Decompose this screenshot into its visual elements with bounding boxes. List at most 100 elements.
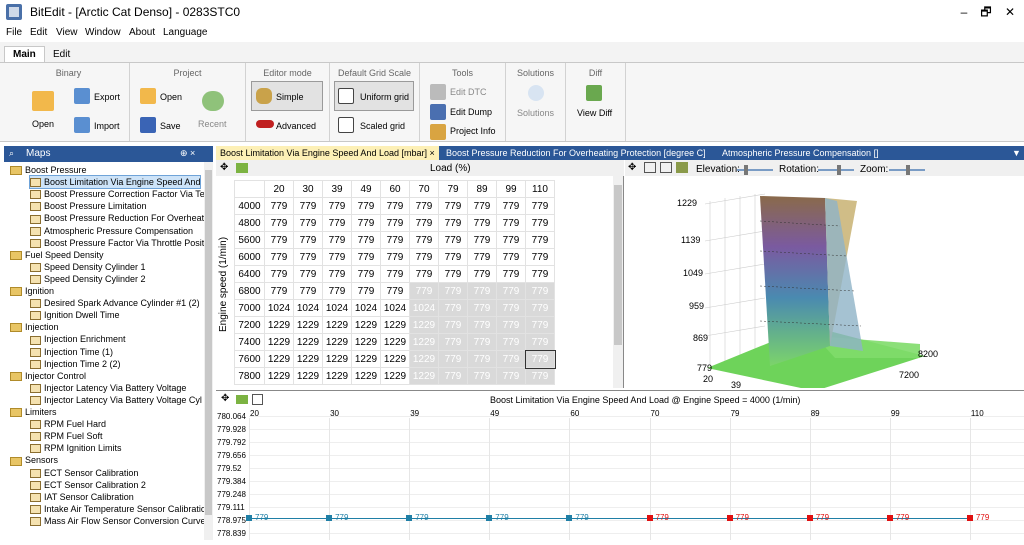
table-cell[interactable]: 779 [467,248,497,266]
table-cell[interactable]: 779 [438,316,468,334]
scaled-grid-button[interactable]: Scaled grid [360,121,405,131]
project-info-button[interactable]: Project Info [450,126,496,136]
table-cell[interactable]: 779 [525,197,555,215]
table-cell[interactable]: 779 [496,214,526,232]
table-cell[interactable]: 1024 [380,299,410,317]
table-cell[interactable]: 1229 [293,350,323,368]
table-cell[interactable]: 779 [264,265,294,283]
uniform-grid-button[interactable]: Uniform grid [360,92,409,102]
grid-view-icon[interactable] [644,162,656,173]
tab-boost-limitation[interactable]: Boost Limitation Via Engine Speed And Lo… [216,146,439,160]
table-cell[interactable]: 779 [438,367,468,385]
tree-folder[interactable]: Boost Pressure [10,164,87,176]
tree-folder[interactable]: Injector Control [10,370,86,382]
table-cell[interactable]: 779 [438,282,468,300]
table-cell[interactable]: 1024 [351,299,381,317]
table-cell[interactable]: 1229 [351,350,381,368]
table-cell[interactable]: 779 [322,231,352,249]
data-point[interactable] [246,514,252,521]
table-cell[interactable]: 779 [409,214,439,232]
table-cell[interactable]: 1229 [322,316,352,334]
data-point[interactable] [966,514,973,521]
table-cell[interactable]: 1229 [380,350,410,368]
table-cell[interactable]: 779 [380,248,410,266]
tree-map-item[interactable]: Ignition Dwell Time [30,309,120,321]
table-cell[interactable]: 779 [409,282,439,300]
tree-map-item[interactable]: Injection Enrichment [30,333,126,345]
table-cell[interactable]: 1024 [322,299,352,317]
table-cell[interactable]: 779 [496,350,526,368]
tab-main[interactable]: Main [4,46,45,62]
table-cell[interactable]: 779 [438,197,468,215]
table-cell[interactable]: 1229 [380,316,410,334]
table-cell[interactable]: 1229 [409,316,439,334]
tree-map-item[interactable]: Speed Density Cylinder 1 [30,261,146,273]
table-cell[interactable]: 779 [525,214,555,232]
table-cell[interactable]: 779 [496,282,526,300]
tab-atmospheric[interactable]: Atmospheric Pressure Compensation [] [718,146,883,160]
table-cell[interactable]: 779 [293,248,323,266]
tree-map-item[interactable]: Mass Air Flow Sensor Conversion Curve [30,515,206,527]
data-point[interactable] [566,514,573,521]
close-button[interactable]: ✕ [996,3,1024,21]
table-cell[interactable]: 779 [322,282,352,300]
table-cell[interactable]: 779 [496,197,526,215]
menu-window[interactable]: Window [85,27,121,38]
menu-about[interactable]: About [129,27,155,38]
table-cell[interactable]: 779 [525,333,555,351]
solutions-button[interactable]: Solutions [517,108,554,118]
table-cell[interactable]: 779 [264,197,294,215]
table-cell[interactable]: 779 [467,367,497,385]
table-cell[interactable]: 1229 [264,316,294,334]
table-cell[interactable]: 779 [351,282,381,300]
table-cell[interactable]: 779 [264,282,294,300]
table-cell[interactable]: 1229 [322,333,352,351]
data-point[interactable] [486,514,493,521]
tree-map-item[interactable]: Boost Pressure Limitation [30,200,147,212]
table-cell[interactable]: 779 [438,265,468,283]
table-cell[interactable]: 779 [322,265,352,283]
table-cell[interactable]: 779 [409,231,439,249]
tree-scrollbar-thumb[interactable] [205,170,212,515]
table-cell[interactable]: 779 [496,316,526,334]
table-cell[interactable]: 779 [351,197,381,215]
table-cell[interactable]: 779 [525,248,555,266]
menu-language[interactable]: Language [163,27,208,38]
table-cell[interactable]: 1229 [293,333,323,351]
table-cell[interactable]: 779 [322,248,352,266]
table-cell[interactable]: 1229 [380,333,410,351]
table-cell[interactable]: 779 [467,282,497,300]
table-cell[interactable]: 779 [496,333,526,351]
table-cell[interactable]: 1229 [322,367,352,385]
recent-button[interactable]: Recent [198,119,227,129]
tree-map-item[interactable]: Injection Time 2 (2) [30,358,121,370]
tree-map-item[interactable]: Injection Time (1) [30,346,113,358]
close-tab-icon[interactable]: × [430,148,435,158]
tree-map-item[interactable]: ECT Sensor Calibration [30,467,138,479]
simple-mode-button[interactable]: Simple [276,92,304,102]
search-icon[interactable]: ⌕ [9,148,14,159]
tree-map-item[interactable]: RPM Fuel Soft [30,430,103,442]
export-button[interactable]: Export [94,92,120,102]
tree-map-item[interactable]: Atmospheric Pressure Compensation [30,225,193,237]
menu-edit[interactable]: Edit [30,27,47,38]
table-cell[interactable]: 779 [438,350,468,368]
table-cell[interactable]: 779 [409,197,439,215]
table-cell[interactable]: 1229 [409,333,439,351]
table-cell[interactable]: 1229 [293,367,323,385]
table-cell[interactable]: 779 [496,231,526,249]
data-point[interactable] [326,514,333,521]
menu-view[interactable]: View [56,27,78,38]
table-cell[interactable]: 1024 [293,299,323,317]
open-binary-button[interactable]: Open [32,119,54,129]
edit-dump-button[interactable]: Edit Dump [450,107,492,117]
move-icon[interactable]: ✥ [628,162,636,173]
table-cell[interactable]: 779 [525,299,555,317]
tree-folder[interactable]: Fuel Speed Density [10,249,104,261]
table-cell[interactable]: 779 [351,248,381,266]
table-cell[interactable]: 1024 [264,299,294,317]
table-cell[interactable]: 779 [467,333,497,351]
table-cell[interactable]: 1229 [264,350,294,368]
table-cell[interactable]: 779 [409,248,439,266]
tree-map-item[interactable]: Boost Pressure Reduction For Overheati [30,212,206,224]
